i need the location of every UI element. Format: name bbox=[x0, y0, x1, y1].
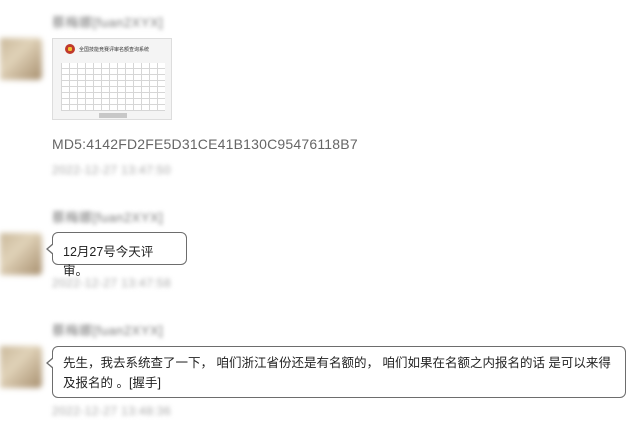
message-text: 先生，我去系统查了一下， 咱们浙江省份还是有名额的， 咱们如果在名额之内报名的话… bbox=[63, 356, 611, 390]
message-time: 2022-12-27 13:47:50 bbox=[52, 163, 172, 177]
image-header: 全国技能竞赛评审名额查询系统 bbox=[53, 39, 171, 59]
message-bubble[interactable]: 12月27号今天评审。 bbox=[46, 232, 187, 278]
avatar[interactable] bbox=[0, 38, 42, 80]
image-attachment[interactable]: 全国技能竞赛评审名额查询系统 bbox=[52, 38, 172, 120]
image-button bbox=[99, 113, 127, 118]
national-emblem-icon bbox=[65, 44, 75, 54]
sender-name: 蔡梅娜[fuan2XYX] bbox=[52, 323, 164, 338]
image-title: 全国技能竞赛评审名额查询系统 bbox=[79, 46, 150, 53]
sender-name: 蔡梅娜[fuan2XYX] bbox=[52, 210, 164, 225]
avatar[interactable] bbox=[0, 233, 42, 275]
message-time: 2022-12-27 13:48:36 bbox=[52, 404, 172, 418]
message-text: 12月27号今天评审。 bbox=[63, 245, 154, 278]
sender-name: 蔡梅娜[fuan2XYX] bbox=[52, 15, 164, 30]
image-table bbox=[61, 63, 165, 111]
message-bubble[interactable]: 先生，我去系统查了一下， 咱们浙江省份还是有名额的， 咱们如果在名额之内报名的话… bbox=[46, 346, 626, 398]
avatar[interactable] bbox=[0, 346, 42, 388]
message-time: 2022-12-27 13:47:58 bbox=[52, 276, 172, 290]
md5-caption: MD5:4142FD2FE5D31CE41B130C95476118B7 bbox=[52, 136, 358, 152]
